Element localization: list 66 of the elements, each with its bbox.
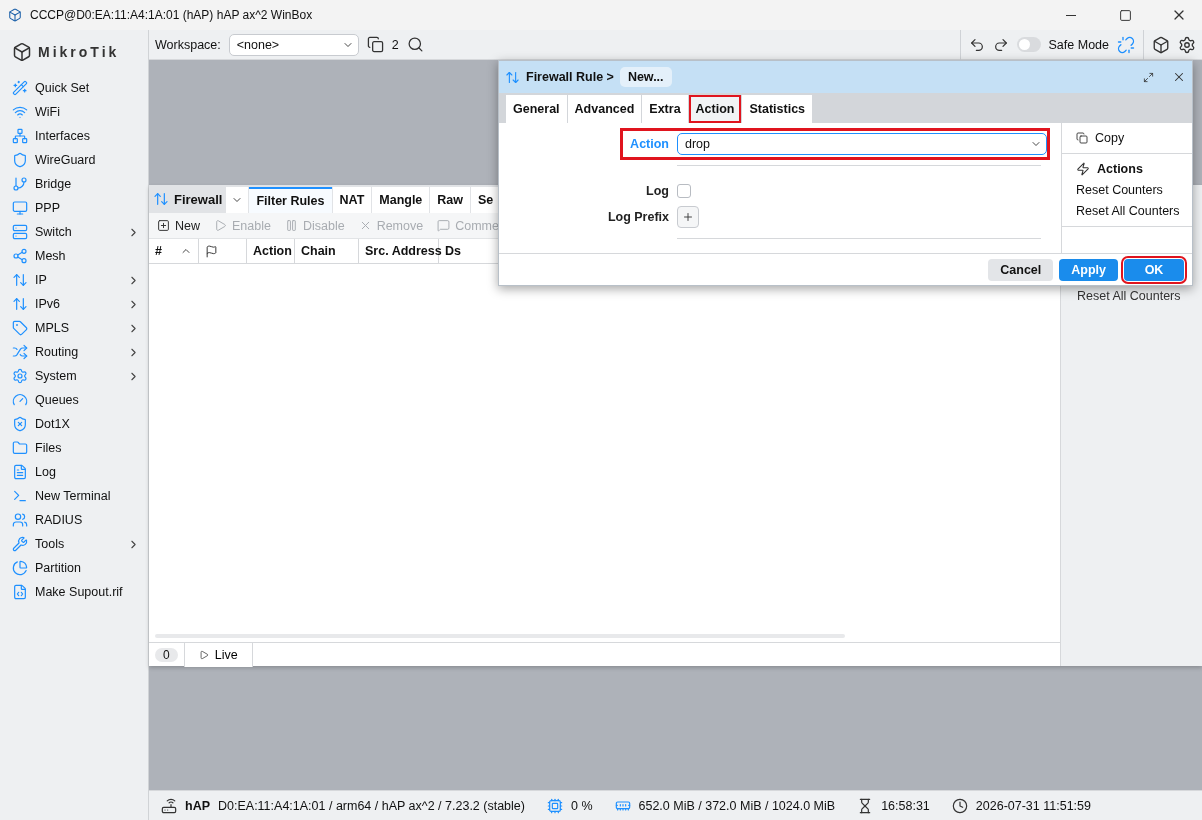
- tab[interactable]: Extra: [642, 95, 688, 123]
- sidebar-item[interactable]: Files: [12, 436, 140, 460]
- field-label: Log: [645, 183, 670, 200]
- sidebar-item[interactable]: IPv6: [12, 292, 140, 316]
- side-action[interactable]: Reset All Counters: [1076, 204, 1192, 218]
- side-action[interactable]: Reset All Counters: [1077, 289, 1181, 303]
- column-header[interactable]: #: [149, 239, 199, 263]
- window-title: CCCP@D0:EA:11:A4:1A:01 (hAP) hAP ax^2 WinBox: [30, 8, 314, 22]
- sidebar-item[interactable]: Dot1X: [12, 412, 140, 436]
- workspace-label: Workspace:: [155, 37, 221, 52]
- sidebar-item[interactable]: Partition: [12, 556, 140, 580]
- sidebar-item[interactable]: MPLS: [12, 316, 140, 340]
- row-count: 0: [155, 647, 178, 662]
- sidebar-item[interactable]: WiFi: [12, 100, 140, 124]
- sidebar-item[interactable]: Interfaces: [12, 124, 140, 148]
- sidebar-item[interactable]: Quick Set: [12, 76, 140, 100]
- sidebar-item[interactable]: WireGuard: [12, 148, 140, 172]
- sidebar-item[interactable]: Mesh: [12, 244, 140, 268]
- safe-mode-label: Safe Mode: [1048, 37, 1109, 52]
- memory-usage: 652.0 MiB / 372.0 MiB / 1024.0 MiB: [638, 798, 836, 813]
- tab[interactable]: Mangle: [372, 187, 430, 213]
- tab[interactable]: Action: [688, 95, 742, 123]
- column-header[interactable]: Chain: [295, 239, 359, 263]
- sidebar-item[interactable]: RADIUS: [12, 508, 140, 532]
- window-count: 2: [391, 37, 399, 52]
- sidebar-item[interactable]: IP: [12, 268, 140, 292]
- tab[interactable]: General: [506, 95, 567, 123]
- toolbar-action[interactable]: New: [157, 218, 200, 233]
- live-button[interactable]: Live: [183, 642, 253, 667]
- brand-logo: MikroTik: [38, 44, 120, 60]
- sidebar-item[interactable]: System: [12, 364, 140, 388]
- dialog-button[interactable]: Cancel: [988, 258, 1054, 281]
- tab[interactable]: NAT: [332, 187, 372, 213]
- sidebar-item[interactable]: Routing: [12, 340, 140, 364]
- device-name: hAP: [185, 798, 210, 813]
- dialog-title: Firewall Rule >: [526, 70, 614, 84]
- breadcrumb[interactable]: New...: [619, 67, 672, 87]
- sidebar-item[interactable]: Tools: [12, 532, 140, 556]
- column-header[interactable]: Action: [247, 239, 295, 263]
- tab[interactable]: Advanced: [567, 95, 642, 123]
- window-title: Firewall: [174, 191, 223, 207]
- sidebar-item[interactable]: New Terminal: [12, 484, 140, 508]
- side-action[interactable]: Reset Counters: [1076, 183, 1192, 197]
- column-header[interactable]: Src. Address: [359, 239, 439, 263]
- copy-action[interactable]: Copy: [1076, 131, 1192, 145]
- field-label: Log Prefix: [606, 209, 670, 226]
- action-select[interactable]: drop: [677, 133, 1047, 155]
- workspace-select[interactable]: <none>: [228, 33, 359, 56]
- uptime: 16:58:31: [881, 798, 930, 813]
- sidebar-item[interactable]: Make Supout.rif: [12, 580, 140, 604]
- device-info: D0:EA:11:A4:1A:01 / arm64 / hAP ax^2 / 7.23.2 (stable): [218, 798, 525, 813]
- tab[interactable]: Raw: [430, 187, 471, 213]
- clock: 2026-07-31 11:51:59: [975, 798, 1091, 813]
- sidebar-item[interactable]: Queues: [12, 388, 140, 412]
- sidebar-item[interactable]: PPP: [12, 196, 140, 220]
- field-label: Action: [629, 136, 670, 153]
- sidebar-item[interactable]: Bridge: [12, 172, 140, 196]
- tab[interactable]: Se: [471, 187, 501, 213]
- dialog-button[interactable]: OK: [1124, 258, 1184, 281]
- tab[interactable]: Filter Rules: [249, 187, 332, 213]
- dialog-button[interactable]: Apply: [1059, 258, 1118, 281]
- sidebar-item[interactable]: Switch: [12, 220, 140, 244]
- tab[interactable]: Statistics: [742, 95, 813, 123]
- section-heading: Actions: [1097, 162, 1143, 176]
- sidebar-item[interactable]: Log: [12, 460, 140, 484]
- cpu-load: 0 %: [570, 798, 593, 813]
